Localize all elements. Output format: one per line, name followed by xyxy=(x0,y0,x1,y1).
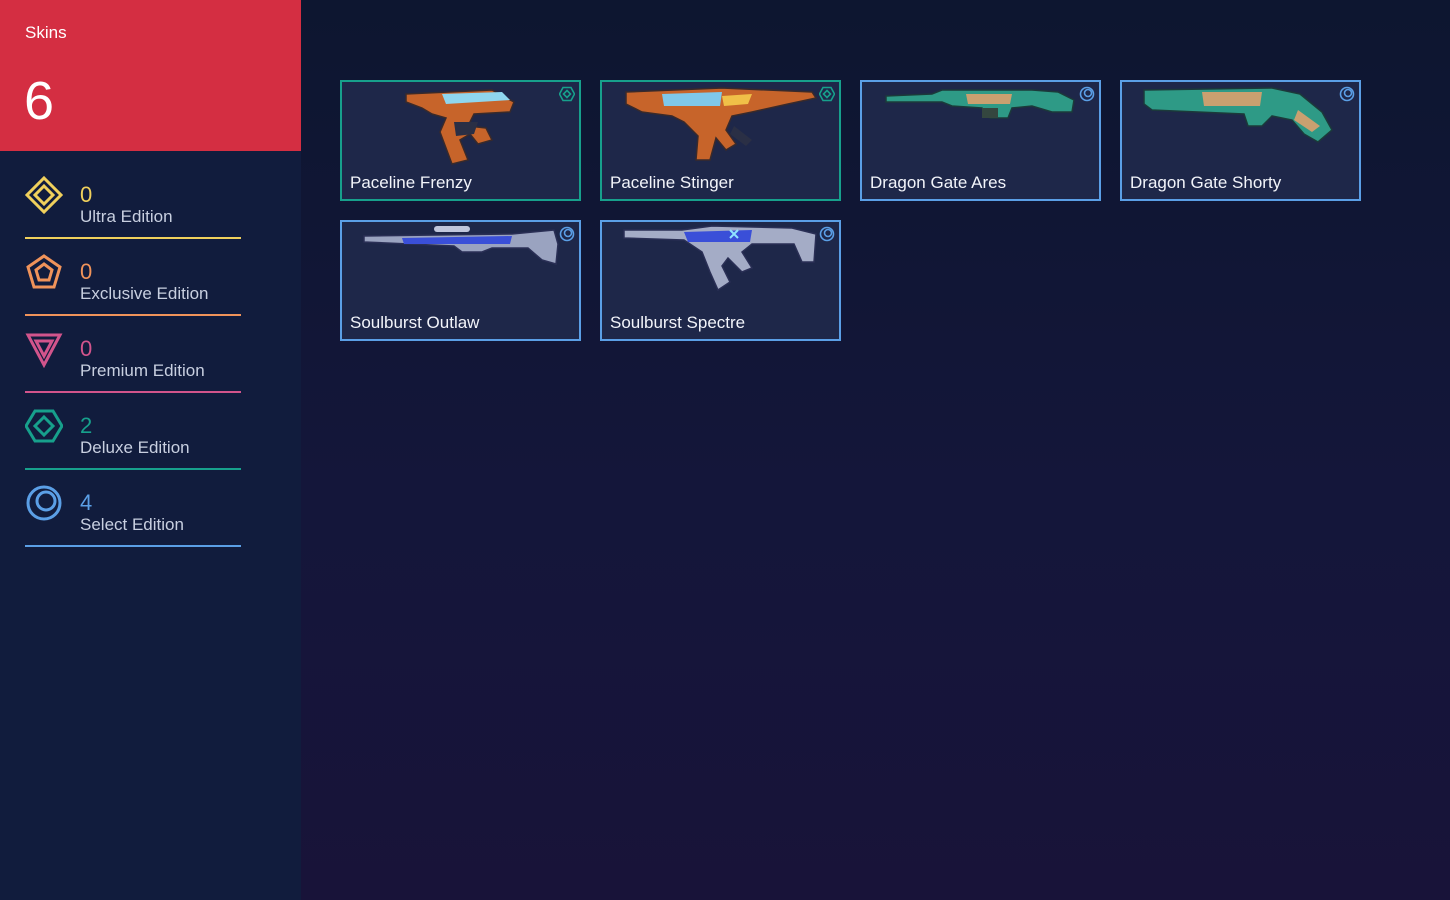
skin-name: Dragon Gate Shorty xyxy=(1130,173,1282,192)
tier-deluxe: 2 Deluxe Edition xyxy=(25,403,241,470)
deluxe-edition-icon xyxy=(819,86,835,102)
tier-count: 2 xyxy=(80,413,93,438)
skin-name: Soulburst Outlaw xyxy=(350,313,480,332)
skin-name: Paceline Frenzy xyxy=(350,173,472,192)
select-edition-icon xyxy=(1339,86,1355,102)
skin-name: Dragon Gate Ares xyxy=(870,173,1007,192)
skin-name: Soulburst Spectre xyxy=(610,313,746,332)
skin-card-paceline-frenzy[interactable]: Paceline Frenzy xyxy=(340,80,581,201)
tier-name: Select Edition xyxy=(80,515,184,534)
skin-card-dragon-gate-shorty[interactable]: Dragon Gate Shorty xyxy=(1120,80,1361,201)
select-edition-icon xyxy=(559,226,575,242)
skin-name: Paceline Stinger xyxy=(610,173,734,192)
sidebar: Skins 6 0 Ultra Edition 0 Exclusive Edit… xyxy=(0,0,301,900)
deluxe-edition-icon xyxy=(559,86,575,102)
premium-edition-icon xyxy=(25,333,63,368)
tier-count: 0 xyxy=(80,259,93,284)
ultra-edition-icon xyxy=(25,176,63,214)
select-edition-icon xyxy=(1079,86,1095,102)
skin-card-dragon-gate-ares[interactable]: Dragon Gate Ares xyxy=(860,80,1101,201)
lmg-weapon-icon xyxy=(885,89,1075,119)
skins-total-count: 6 xyxy=(24,71,55,131)
tier-name: Premium Edition xyxy=(80,361,205,380)
tier-count: 4 xyxy=(80,490,93,515)
skin-card-soulburst-outlaw[interactable]: Soulburst Outlaw xyxy=(340,220,581,341)
skins-total-card: Skins 6 xyxy=(0,0,301,151)
deluxe-edition-icon xyxy=(25,409,63,443)
sniper-weapon-icon xyxy=(363,226,559,265)
tier-exclusive: 0 Exclusive Edition xyxy=(25,249,241,316)
tier-name: Exclusive Edition xyxy=(80,284,209,303)
tier-select: 4 Select Edition xyxy=(25,480,241,547)
pistol-weapon-icon xyxy=(405,89,515,165)
tier-list: 0 Ultra Edition 0 Exclusive Edition 0 Pr… xyxy=(25,172,241,557)
tier-count: 0 xyxy=(80,182,93,207)
smg-weapon-icon xyxy=(623,225,817,292)
skin-card-paceline-stinger[interactable]: Paceline Stinger xyxy=(600,80,841,201)
tier-ultra: 0 Ultra Edition xyxy=(25,172,241,239)
shotgun-weapon-icon xyxy=(1143,87,1333,143)
smg-weapon-icon xyxy=(625,87,818,161)
skins-label: Skins xyxy=(25,23,67,42)
tier-name: Ultra Edition xyxy=(80,207,173,226)
skin-card-soulburst-spectre[interactable]: Soulburst Spectre xyxy=(600,220,841,341)
tier-premium: 0 Premium Edition xyxy=(25,326,241,393)
exclusive-edition-icon xyxy=(26,254,62,289)
tier-count: 0 xyxy=(80,336,93,361)
select-edition-icon xyxy=(819,226,835,242)
tier-name: Deluxe Edition xyxy=(80,438,190,457)
select-edition-icon xyxy=(26,485,62,521)
